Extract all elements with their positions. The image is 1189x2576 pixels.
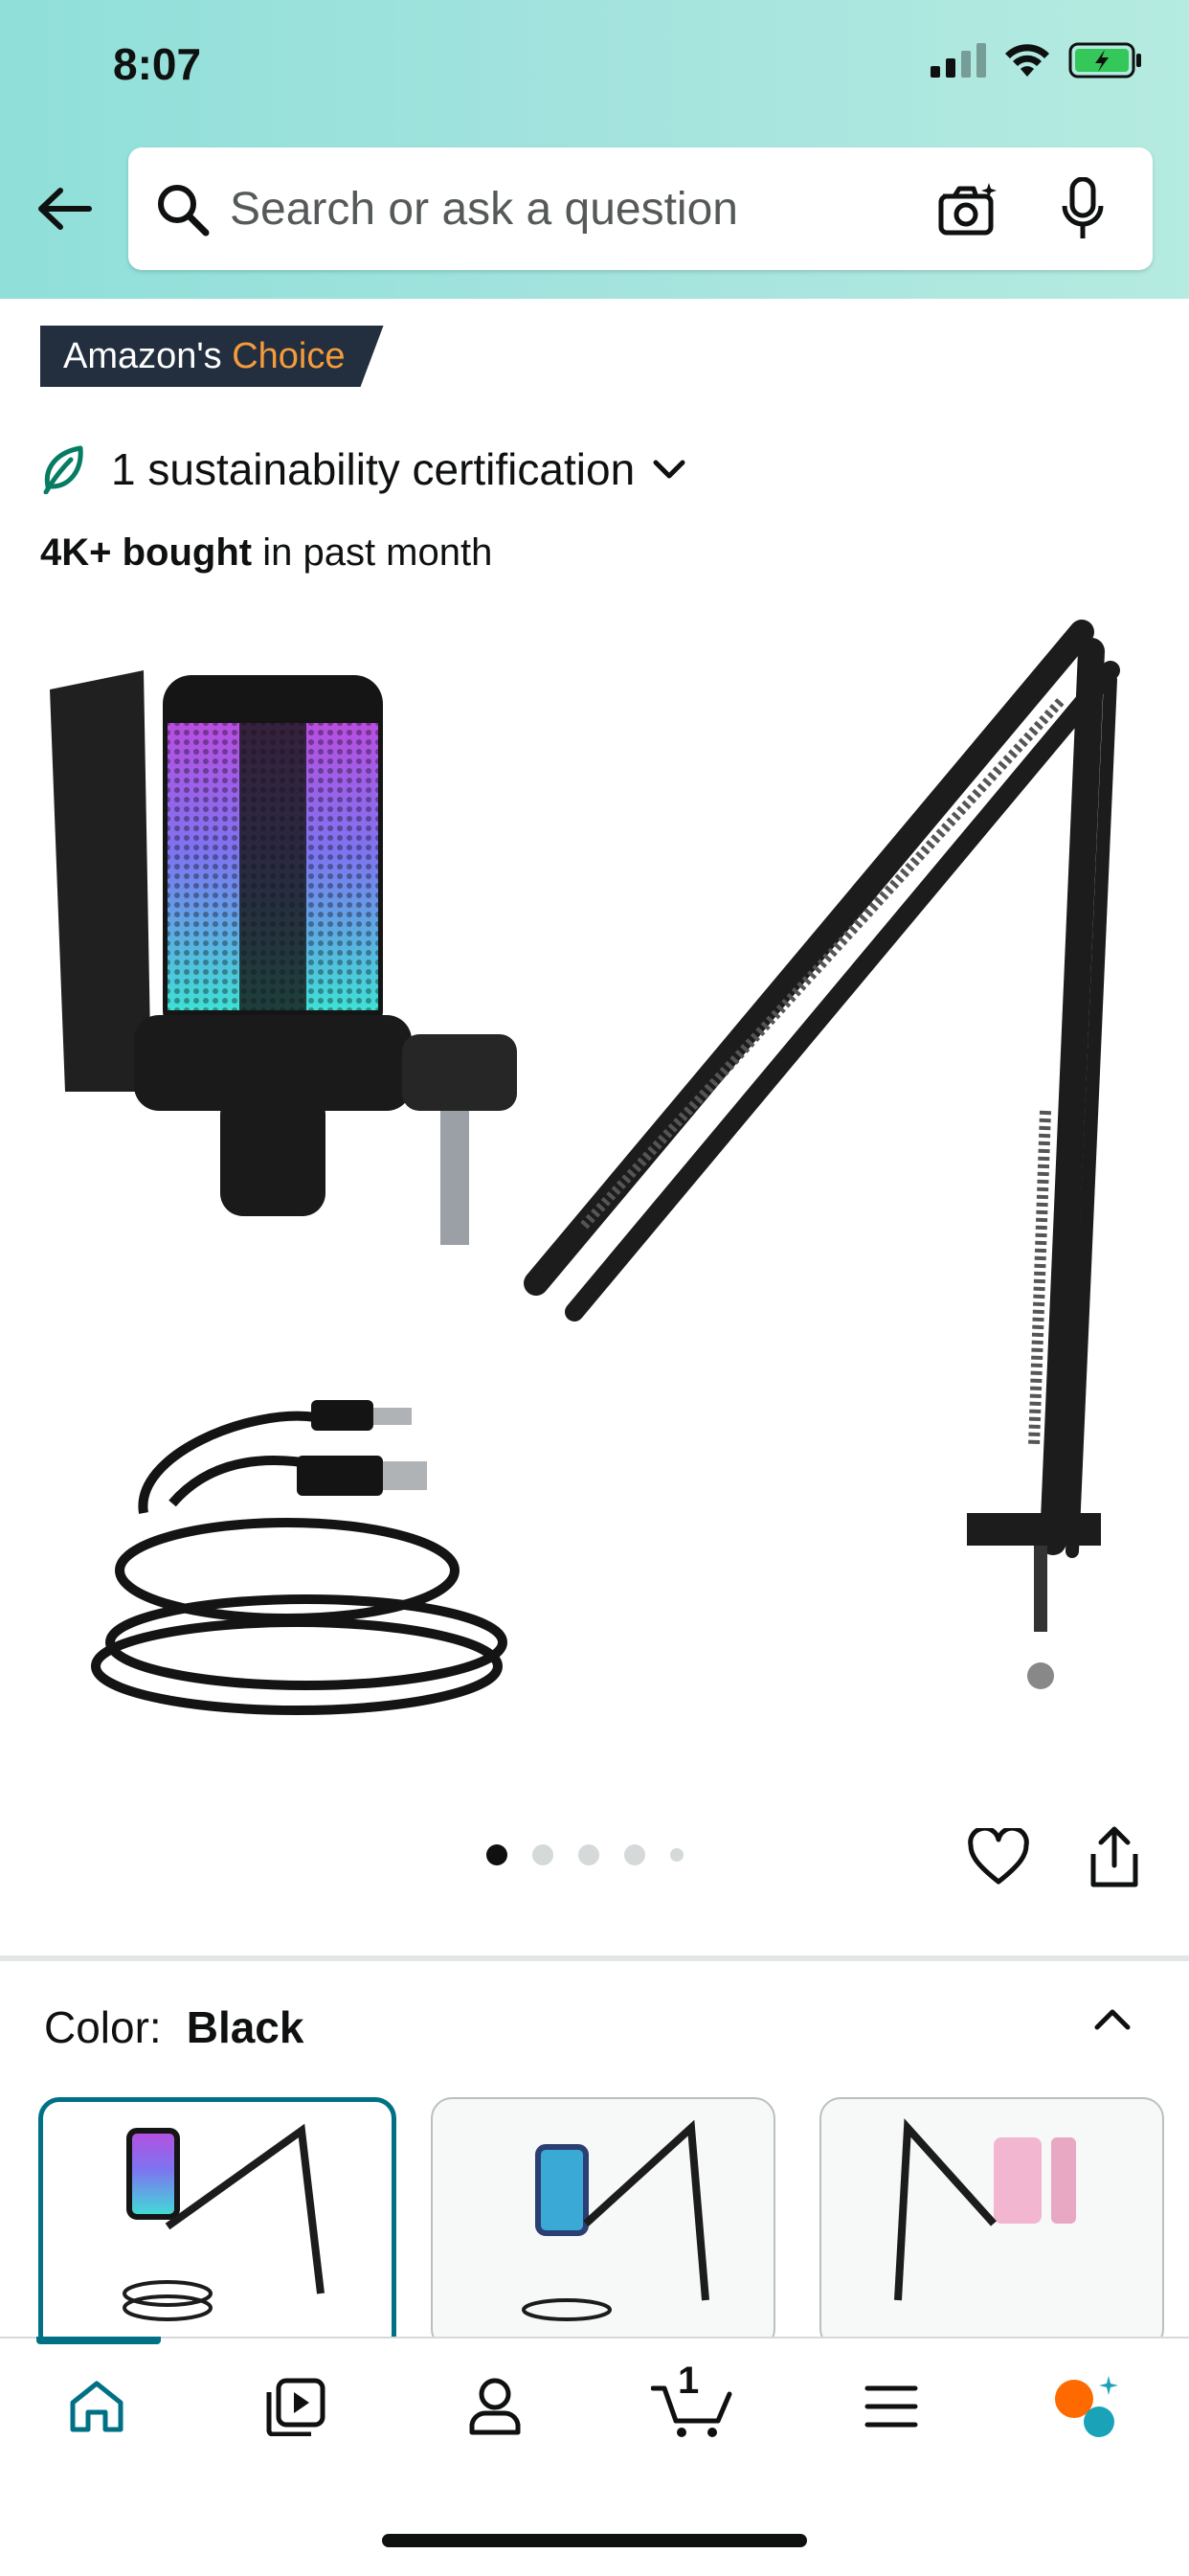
nav-home[interactable]: [54, 2363, 140, 2450]
color-label: Color:: [44, 2002, 162, 2052]
color-swatch-blue[interactable]: [431, 2097, 775, 2350]
color-selector-label: Color: Black: [44, 2001, 303, 2053]
back-arrow-icon: [38, 188, 92, 230]
bought-rest: in past month: [252, 531, 493, 574]
chevron-down-icon: [650, 457, 688, 482]
badge-highlight: Choice: [232, 336, 346, 376]
carousel-dot[interactable]: [578, 1844, 599, 1865]
nav-cart[interactable]: 1: [651, 2360, 737, 2450]
search-icon: [153, 180, 211, 237]
collapse-button[interactable]: [1086, 1996, 1139, 2044]
signal-icon: [931, 43, 986, 82]
share-icon: [1090, 1826, 1138, 1887]
cart-count: 1: [678, 2360, 700, 2402]
color-swatch-black[interactable]: [38, 2097, 396, 2356]
bought-bold: 4K+ bought: [40, 531, 253, 574]
nav-account[interactable]: [452, 2363, 538, 2450]
carousel-dot[interactable]: [624, 1844, 645, 1865]
carousel-dots[interactable]: [486, 1844, 684, 1865]
nav-inspire[interactable]: [253, 2363, 339, 2450]
mic-icon[interactable]: [1047, 173, 1118, 244]
home-indicator: [382, 2534, 807, 2547]
account-icon: [469, 2378, 521, 2435]
nav-ai-assistant[interactable]: [1043, 2363, 1130, 2450]
heart-icon: [968, 1828, 1029, 1885]
top-header: 8:07 Search or ask a question: [0, 0, 1189, 299]
chevron-up-icon: [1094, 2009, 1131, 2030]
carousel-dot[interactable]: [486, 1844, 507, 1865]
camera-icon[interactable]: [932, 173, 1003, 244]
product-image[interactable]: [38, 613, 1168, 1752]
inspire-icon: [266, 2378, 325, 2436]
wifi-icon: [1003, 42, 1051, 83]
search-bar[interactable]: Search or ask a question: [128, 147, 1153, 270]
section-divider: [0, 1955, 1189, 1961]
leaf-icon: [40, 442, 94, 496]
sustainability-toggle[interactable]: 1 sustainability certification: [40, 442, 688, 496]
status-icons: [931, 42, 1143, 83]
active-tab-indicator: [36, 2337, 161, 2344]
home-icon: [70, 2381, 123, 2432]
badge-prefix: Amazon's: [63, 336, 233, 376]
color-value: Black: [186, 2002, 304, 2052]
back-button[interactable]: [33, 177, 96, 240]
carousel-dot[interactable]: [532, 1844, 553, 1865]
nav-menu[interactable]: [848, 2363, 934, 2450]
carousel-dot[interactable]: [670, 1848, 684, 1862]
menu-icon: [864, 2385, 918, 2428]
share-button[interactable]: [1086, 1823, 1143, 1890]
search-placeholder[interactable]: Search or ask a question: [230, 183, 932, 236]
color-swatch-pink[interactable]: [819, 2097, 1164, 2350]
amazons-choice-badge: Amazon's Choice: [40, 326, 384, 387]
battery-icon: [1068, 42, 1143, 83]
status-time: 8:07: [113, 39, 202, 89]
wishlist-button[interactable]: [965, 1825, 1032, 1888]
ai-assistant-icon: [1055, 2376, 1118, 2437]
bought-count: 4K+ bought in past month: [40, 531, 492, 575]
sustainability-label: 1 sustainability certification: [111, 444, 636, 494]
